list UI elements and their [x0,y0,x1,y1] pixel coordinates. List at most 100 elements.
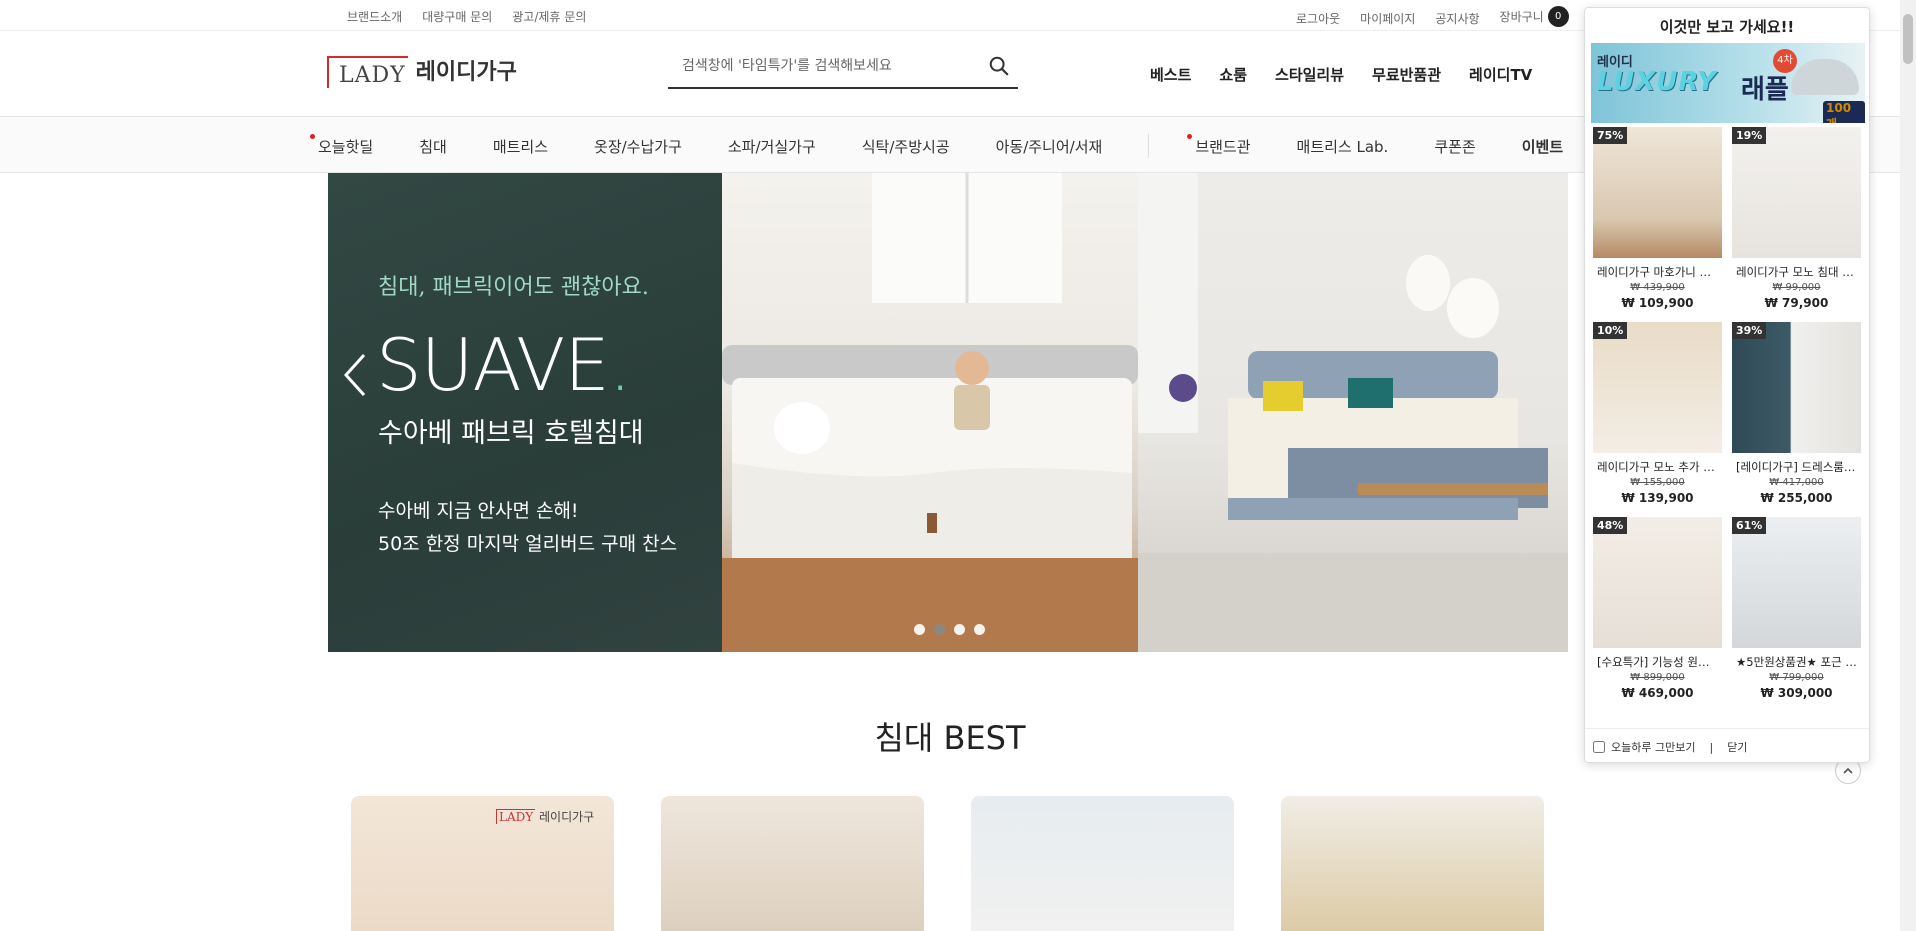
card-logo-kr: 레이디가구 [539,810,595,824]
luxury-raffle-banner[interactable]: 레이디 LUXURY 래플 4차 100개 [1591,43,1865,123]
cat-wardrobe-storage[interactable]: 옷장/수납가구 [594,136,682,158]
banner-dot-1[interactable] [914,624,925,635]
discount-badge: 61% [1732,517,1767,534]
popup-close-button[interactable]: 닫기 [1727,739,1747,755]
product-name: 레이디가구 모노 침대 협탁 [1736,265,1861,279]
notice-link[interactable]: 공지사항 [1435,10,1479,27]
bed-best-card-1[interactable]: LADY 레이디가구 [351,796,614,931]
product-image: 48% [1593,517,1722,648]
banner-desc-line2: 50조 한정 마지막 얼리버드 구매 찬스 [378,533,678,555]
discount-badge: 75% [1593,127,1628,144]
cat-coupon-zone[interactable]: 쿠폰존 [1434,136,1475,158]
search-icon[interactable] [988,55,1010,77]
cat-sofa-living[interactable]: 소파/거실가구 [728,136,816,158]
footer-divider: | [1709,740,1714,754]
product-original-price: ₩ 899,000 [1630,672,1685,683]
nav-style-review[interactable]: 스타일리뷰 [1275,64,1344,85]
main-nav: 베스트 쇼룸 스타일리뷰 무료반품관 레이디TV [1150,64,1532,85]
popup-product-card[interactable]: 48% [수요특가] 기능성 원형 소파 ₩ 899,000 ₩ 469,000 [1593,517,1722,700]
bulk-order-link[interactable]: 대량구매 문의 [422,8,492,25]
product-image: 75% [1593,127,1722,258]
product-name: 레이디가구 모노 추가 수납장 [1597,460,1722,474]
cart-count-badge: 0 [1547,6,1569,27]
promo-line2: LUXURY [1597,67,1717,97]
product-original-price: ₩ 417,000 [1769,477,1824,488]
product-original-price: ₩ 439,900 [1630,282,1685,293]
popup-product-grid: 75% 레이디가구 마호가니 협탁 ₩ 439,900 ₩ 109,900 19… [1593,127,1863,700]
scrollbar-thumb[interactable] [1903,14,1913,64]
banner-dot-4[interactable] [974,624,985,635]
mypage-link[interactable]: 마이페이지 [1360,10,1415,27]
banner-prev-arrow-icon[interactable] [340,351,370,399]
cat-brand[interactable]: 브랜드관 [1187,134,1251,158]
product-image: 19% [1732,127,1861,258]
product-original-price: ₩ 799,000 [1769,672,1824,683]
promo-tag: 100개 [1823,101,1865,123]
bed-best-card-3[interactable] [971,796,1234,931]
top-left-links: 브랜드소개 대량구매 문의 광고/제휴 문의 [347,8,586,25]
banner-pagination [914,624,985,635]
cat-event[interactable]: 이벤트 [1522,136,1563,158]
product-sale-price: ₩ 255,000 [1760,491,1833,505]
product-name: [레이디가구] 드레스룸 화장대 [1736,460,1861,474]
product-name: ★5만원상품권★ 포근 코너 소파 [1736,655,1861,669]
category-items: 오늘핫딜 침대 매트리스 옷장/수납가구 소파/거실가구 식탁/주방시공 아동/… [309,134,1609,158]
hotel-bed-illustration [1138,173,1568,652]
product-sale-price: ₩ 469,000 [1621,686,1694,700]
product-sale-price: ₩ 79,900 [1764,296,1829,310]
product-image: 10% [1593,322,1722,453]
product-sale-price: ₩ 309,000 [1760,686,1833,700]
banner-title-text: SUAVE [376,323,610,407]
cart-link[interactable]: 장바구니 0 [1500,6,1569,29]
banner-dot-3[interactable] [954,624,965,635]
site-logo[interactable]: LADY 레이디가구 [327,56,517,88]
popup-title: 이것만 보고 가세요!! [1659,18,1795,36]
banner-dot-2[interactable] [934,624,945,635]
brand-intro-link[interactable]: 브랜드소개 [347,8,402,25]
cat-bed[interactable]: 침대 [419,136,447,158]
nav-free-return[interactable]: 무료반품관 [1372,64,1441,85]
cat-today-hotdeal[interactable]: 오늘핫딜 [309,134,373,158]
popup-footer: 오늘하루 그만보기 | 닫기 [1585,728,1869,764]
logout-link[interactable]: 로그아웃 [1296,10,1340,27]
kids-bed-illustration [722,173,1138,652]
nav-best[interactable]: 베스트 [1150,64,1191,85]
logo-kr: 레이디가구 [415,60,517,85]
banner-subtitle: 수아베 패브릭 호텔침대 [378,418,644,449]
popup-product-card[interactable]: 10% 레이디가구 모노 추가 수납장 ₩ 155,000 ₩ 139,900 [1593,322,1722,505]
cat-mattress-lab[interactable]: 매트리스 Lab. [1297,136,1389,158]
hero-banner[interactable]: 침대, 패브릭이어도 괜찮아요. SUAVE. 수아베 패브릭 호텔침대 수아베… [328,173,1568,652]
cat-mattress[interactable]: 매트리스 [493,136,548,158]
popup-product-card[interactable]: 61% ★5만원상품권★ 포근 코너 소파 ₩ 799,000 ₩ 309,00… [1732,517,1861,700]
dont-show-today-checkbox[interactable] [1593,741,1605,753]
product-original-price: ₩ 155,000 [1630,477,1685,488]
product-sale-price: ₩ 139,900 [1621,491,1694,505]
popup-product-card[interactable]: 75% 레이디가구 마호가니 협탁 ₩ 439,900 ₩ 109,900 [1593,127,1722,310]
banner-tagline: 침대, 패브릭이어도 괜찮아요. [378,275,649,300]
nav-showroom[interactable]: 쇼룸 [1219,64,1247,85]
page-scrollbar[interactable] [1900,0,1916,931]
cat-kids-study[interactable]: 아동/주니어/서재 [996,136,1103,158]
discount-badge: 39% [1732,322,1767,339]
dont-show-today-label[interactable]: 오늘하루 그만보기 [1611,739,1695,755]
product-sale-price: ₩ 109,900 [1621,296,1694,310]
search-input[interactable] [668,47,968,85]
banner-title: SUAVE. [376,323,632,407]
product-image: 39% [1732,322,1861,453]
bed-best-card-4[interactable] [1281,796,1544,931]
promo-round-badge: 4차 [1773,49,1797,73]
cat-dining-kitchen[interactable]: 식탁/주방시공 [862,136,950,158]
card-logo: LADY 레이디가구 [496,808,594,825]
popup-product-card[interactable]: 39% [레이디가구] 드레스룸 화장대 ₩ 417,000 ₩ 255,000 [1732,322,1861,505]
banner-title-dot: . [608,323,632,407]
product-name: 레이디가구 마호가니 협탁 [1597,265,1721,279]
bed-best-card-2[interactable] [661,796,924,931]
card-logo-en: LADY [496,809,536,824]
discount-badge: 10% [1593,322,1628,339]
top-right-links: 로그아웃 마이페이지 공지사항 장바구니 0 [1296,6,1569,29]
ad-partnership-link[interactable]: 광고/제휴 문의 [512,8,586,25]
nav-lady-tv[interactable]: 레이디TV [1469,64,1532,85]
sneaker-icon [1791,59,1859,95]
category-divider [1148,134,1150,158]
popup-product-card[interactable]: 19% 레이디가구 모노 침대 협탁 ₩ 99,000 ₩ 79,900 [1732,127,1861,310]
